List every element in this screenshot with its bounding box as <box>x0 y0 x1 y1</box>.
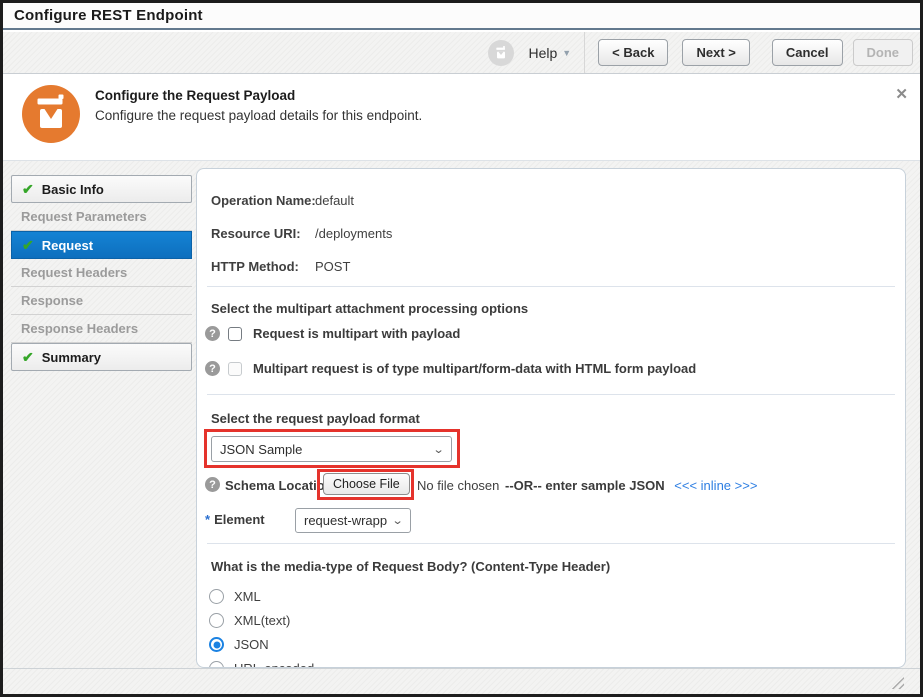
adapter-avatar-icon <box>488 40 514 66</box>
wizard-header: Configure the Request Payload Configure … <box>3 75 920 161</box>
payload-format-selected-value: JSON Sample <box>220 442 428 457</box>
resize-grip-icon[interactable] <box>891 677 904 689</box>
multipart-checkbox[interactable] <box>228 327 242 341</box>
chevron-down-icon: ⌄ <box>432 443 444 456</box>
multipart-option-row: ? Multipart request is of type multipart/… <box>205 361 696 376</box>
dialog-titlebar: Configure REST Endpoint <box>3 3 920 30</box>
next-button[interactable]: Next > <box>682 39 749 66</box>
sidebar-item-request[interactable]: ✔ Request <box>11 231 192 259</box>
inline-link[interactable]: <<< inline >>> <box>674 478 757 493</box>
payload-format-heading: Select the request payload format <box>211 411 420 426</box>
summary-field-label: Resource URI: <box>211 226 301 241</box>
radio-label: JSON <box>234 637 269 652</box>
element-label-text: Element <box>214 512 265 527</box>
media-type-option-xml[interactable]: XML <box>209 589 261 604</box>
multipart-option-row: ? Request is multipart with payload <box>205 326 460 341</box>
wizard-toolbar: Help ▼ < Back Next > Cancel Done <box>3 32 920 74</box>
help-menu[interactable]: Help ▼ <box>528 45 571 61</box>
radio-label: URL-encoded <box>234 661 314 668</box>
sidebar-item-label: Response <box>21 293 83 308</box>
payload-format-select[interactable]: JSON Sample ⌄ <box>211 436 452 462</box>
summary-field-label: HTTP Method: <box>211 259 299 274</box>
section-divider <box>207 286 895 287</box>
multipart-option-label: Multipart request is of type multipart/f… <box>253 361 696 376</box>
media-type-heading: What is the media-type of Request Body? … <box>211 559 610 574</box>
summary-field-value: /deployments <box>315 226 392 241</box>
request-payload-panel: Operation Name:defaultResource URI:/depl… <box>196 168 906 668</box>
sidebar-item-response-headers: Response Headers <box>11 315 192 343</box>
sidebar-item-request-headers: Request Headers <box>11 259 192 287</box>
radio-button[interactable] <box>209 661 224 668</box>
radio-label: XML <box>234 589 261 604</box>
media-type-option-json[interactable]: JSON <box>209 637 269 652</box>
wizard-body: ✔ Basic Info Request Parameters ✔ Request Req… <box>3 161 920 668</box>
sidebar-item-label: Basic Info <box>42 182 104 197</box>
help-question-icon: ? <box>205 326 220 341</box>
media-type-option-xml-text-[interactable]: XML(text) <box>209 613 290 628</box>
help-question-icon: ? <box>205 361 220 376</box>
or-text: --OR-- enter sample JSON <box>505 478 665 493</box>
schema-location-label: Schema Location <box>225 478 333 493</box>
no-file-chosen-text: No file chosen <box>417 478 499 493</box>
sidebar-item-response: Response <box>11 287 192 315</box>
check-icon: ✔ <box>22 350 34 364</box>
page-subtitle: Configure the request payload details fo… <box>95 108 422 123</box>
summary-field-value: default <box>315 193 354 208</box>
sidebar-item-label: Request Headers <box>21 265 127 280</box>
element-label: * Element <box>205 512 265 527</box>
multipart-option-label: Request is multipart with payload <box>253 326 460 341</box>
done-button-disabled: Done <box>853 39 914 66</box>
sidebar-item-label: Summary <box>42 350 101 365</box>
rest-adapter-icon <box>22 85 80 148</box>
multipart-heading: Select the multipart attachment processi… <box>211 301 528 316</box>
package-glyph-icon <box>493 45 509 61</box>
media-type-option-url-encoded[interactable]: URL-encoded <box>209 661 314 668</box>
section-divider <box>207 543 895 544</box>
page-title: Configure the Request Payload <box>95 88 295 103</box>
summary-field-label: Operation Name: <box>211 193 316 208</box>
summary-field-value: POST <box>315 259 350 274</box>
dialog-title: Configure REST Endpoint <box>14 7 203 24</box>
wizard-steps-sidebar: ✔ Basic Info Request Parameters ✔ Request Req… <box>11 175 192 371</box>
summary-field-row: Operation Name:default <box>211 193 316 208</box>
check-icon: ✔ <box>22 238 34 252</box>
chevron-down-icon: ▼ <box>562 48 571 58</box>
choose-file-button[interactable]: Choose File <box>323 473 410 495</box>
toolbar-divider <box>584 32 585 73</box>
sidebar-item-request-parameters: Request Parameters <box>11 203 192 231</box>
sidebar-item-label: Request Parameters <box>21 209 147 224</box>
back-button[interactable]: < Back <box>598 39 668 66</box>
summary-field-row: HTTP Method:POST <box>211 259 299 274</box>
help-label: Help <box>528 45 557 61</box>
help-question-icon: ? <box>205 477 220 492</box>
sidebar-item-summary[interactable]: ✔ Summary <box>11 343 192 371</box>
chevron-down-icon: ⌄ <box>391 514 403 527</box>
element-selected-value: request-wrapper <box>304 513 387 528</box>
radio-label: XML(text) <box>234 613 290 628</box>
configure-rest-endpoint-dialog: Configure REST Endpoint Help ▼ < Back Ne… <box>0 0 923 697</box>
dialog-footer <box>3 668 920 694</box>
radio-button[interactable] <box>209 589 224 604</box>
radio-button[interactable] <box>209 613 224 628</box>
required-marker: * <box>205 512 210 527</box>
sidebar-item-label: Response Headers <box>21 321 138 336</box>
summary-field-row: Resource URI:/deployments <box>211 226 301 241</box>
sidebar-item-basic-info[interactable]: ✔ Basic Info <box>11 175 192 203</box>
cancel-button[interactable]: Cancel <box>772 39 843 66</box>
sidebar-item-label: Request <box>42 238 93 253</box>
element-select[interactable]: request-wrapper ⌄ <box>295 508 411 533</box>
close-icon[interactable]: ✕ <box>895 85 908 103</box>
section-divider <box>207 394 895 395</box>
check-icon: ✔ <box>22 182 34 196</box>
multipart-checkbox <box>228 362 242 376</box>
radio-button[interactable] <box>209 637 224 652</box>
or-enter-sample-json: --OR-- enter sample JSON <<< inline >>> <box>505 478 757 493</box>
